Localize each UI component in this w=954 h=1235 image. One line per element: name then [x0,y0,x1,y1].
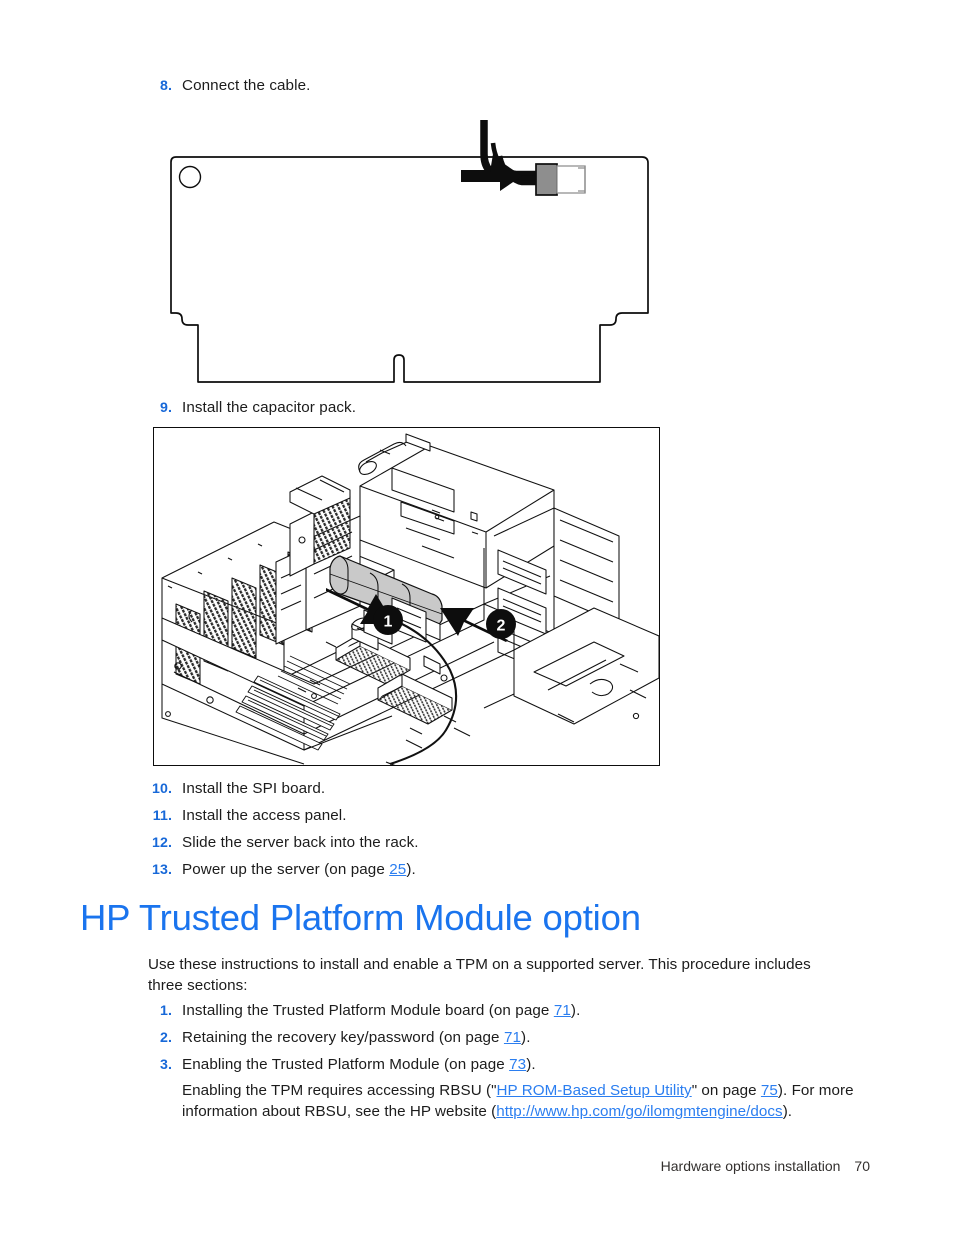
step-text-after: ). [521,1029,531,1046]
step-text: Install the capacitor pack. [182,399,357,416]
step-text: Retaining the recovery key/password (on … [182,1028,531,1049]
step-number: 13. [151,862,172,878]
step-text-before: Retaining the recovery key/password (on … [182,1029,504,1046]
list-item-tpm-3: 3. Enabling the Trusted Platform Module … [148,1055,536,1076]
step-text: Enabling the Trusted Platform Module (on… [182,1055,536,1076]
page-reference-link[interactable]: 73 [509,1056,526,1073]
list-item-tpm-1: 1. Installing the Trusted Platform Modul… [148,1001,580,1022]
step-text-after: ). [526,1056,536,1073]
list-item-step-9: 9. Install the capacitor pack. [148,398,356,419]
list-item-step-8: 8. Connect the cable. [148,76,310,97]
footer-section-name: Hardware options installation [660,1158,841,1174]
step-text-before: Enabling the Trusted Platform Module (on… [182,1056,510,1073]
footer-page-number: 70 [854,1158,870,1174]
svg-text:2: 2 [497,618,506,635]
page-reference-link[interactable]: 71 [504,1029,521,1046]
note-text-1a: Enabling the TPM requires accessing RBSU… [182,1082,497,1099]
figure-capacitor-pack-installation: 1 2 [153,427,660,766]
page-reference-link[interactable]: 25 [389,861,406,878]
step-number: 1. [159,1003,172,1019]
page-title: HP Trusted Platform Module option [80,897,641,938]
step-text-before: Installing the Trusted Platform Module b… [182,1002,554,1019]
step-number: 8. [159,78,172,94]
callout-badge-2: 2 [486,609,516,639]
step-text: Connect the cable. [182,77,311,94]
step-text: Installing the Trusted Platform Module b… [182,1001,580,1022]
step-number: 3. [159,1057,172,1073]
rbsu-utility-link[interactable]: HP ROM-Based Setup Utility [497,1082,692,1099]
figure-option-board [160,110,660,390]
list-item-step-13: 13. Power up the server (on page 25). [148,860,416,881]
page-reference-link[interactable]: 75 [761,1082,778,1099]
callout-badge-1: 1 [373,605,403,635]
page-footer: Hardware options installation 70 [661,1158,870,1174]
document-page: 8. Connect the cable. 9. Install the cap… [0,0,954,1235]
step-text: Power up the server (on page 25). [182,860,416,881]
step-text: Slide the server back into the rack. [182,834,419,851]
page-reference-link[interactable]: 71 [554,1002,571,1019]
rbsu-note-paragraph: Enabling the TPM requires accessing RBSU… [182,1081,862,1122]
list-item-step-10: 10. Install the SPI board. [148,779,325,800]
step-number: 11. [152,808,172,824]
intro-paragraph: Use these instructions to install and en… [148,956,811,994]
step-number: 12. [151,835,172,851]
note-text-1c: ). For more [777,1082,854,1099]
list-item-tpm-2: 2. Retaining the recovery key/password (… [148,1028,531,1049]
step-number: 9. [159,400,172,416]
note-text-1b: " on page [691,1082,761,1099]
list-item-step-11: 11. Install the access panel. [148,806,347,827]
note-text-2b: ). [782,1102,793,1120]
step-text: Install the SPI board. [182,780,326,797]
step-text-after: ). [406,861,416,878]
step-text: Install the access panel. [182,807,347,824]
note-text-2a: information about RBSU, see the HP websi… [182,1102,497,1120]
hp-website-link[interactable]: http://www.hp.com/go/ilomgmtengine/docs [496,1103,782,1120]
step-text-before: Power up the server (on page [182,861,390,878]
list-item-step-12: 12. Slide the server back into the rack. [148,833,419,854]
connector-body [535,163,558,196]
step-number: 2. [159,1030,172,1046]
step-number: 10. [151,781,172,797]
svg-text:1: 1 [384,614,393,631]
step-text-after: ). [570,1002,581,1019]
